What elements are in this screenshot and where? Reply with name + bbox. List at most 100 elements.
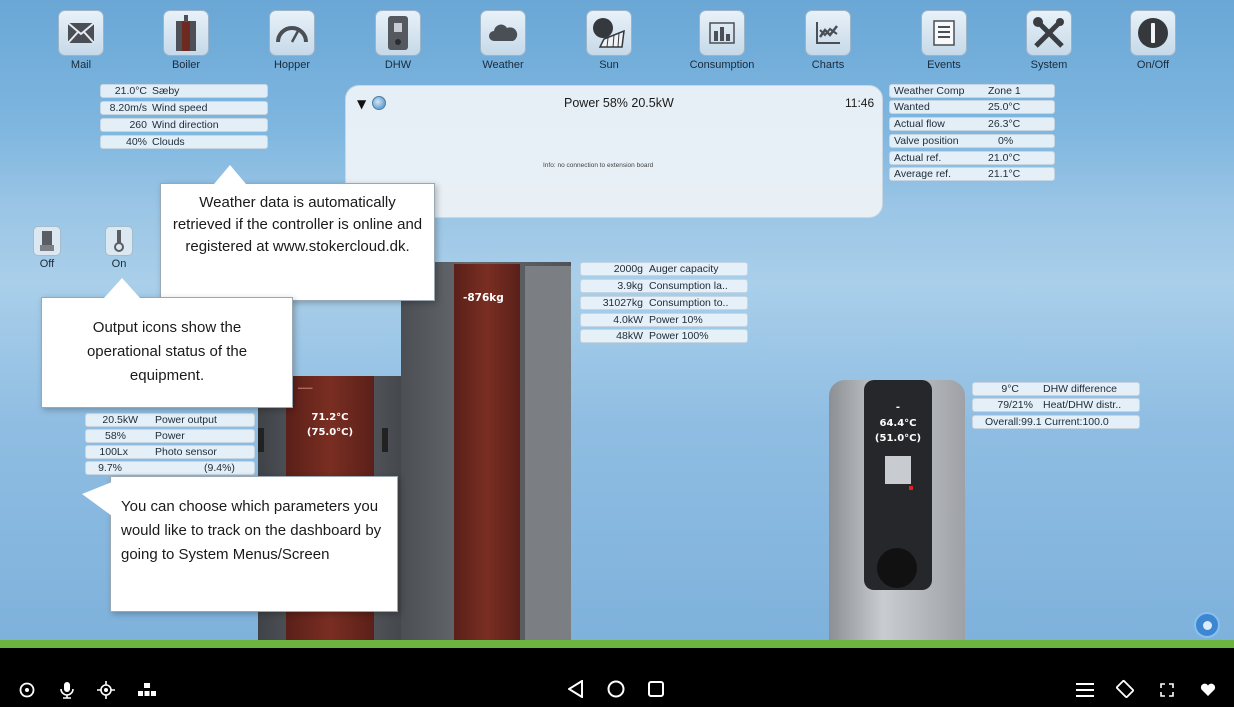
wc-row: Average ref. 21.1°C [889,167,1055,181]
wc-name: Average ref. [894,168,952,180]
callout-output-pointer [104,278,140,298]
top-icon-label: System [1030,59,1068,71]
top-icon-label: On/Off [1136,59,1170,71]
boiler-hinge [382,428,388,452]
microphone-icon[interactable] [58,680,76,700]
bar-chart-icon [699,10,745,56]
dhw-value: 9°C [1001,383,1019,395]
dhw-wanted-temp: (51.0°C) [874,433,922,444]
top-icon-label: Boiler [171,59,201,71]
hopper-name: Power 10% [649,314,703,326]
heart-icon[interactable] [1198,681,1218,699]
hopper-name: Consumption la.. [649,280,728,292]
weather-name: Sæby [152,85,180,97]
dhw-tank-graphic[interactable]: - 64.4°C (51.0°C) [829,380,965,642]
back-icon[interactable] [566,679,586,699]
top-icon-hopper[interactable]: Hopper [247,10,337,71]
weather-name: Wind speed [152,102,208,114]
boiler-value: 100Lx [99,446,128,458]
callout-params: You can choose which parameters you woul… [110,476,398,612]
top-icon-charts[interactable]: Charts [783,10,873,71]
motor-icon [33,226,61,256]
hopper-row: 2000g Auger capacity [580,262,748,276]
output-on[interactable]: On [100,226,138,270]
sun-panel-icon [586,10,632,56]
boiler-row: 9.7% (9.4%) [85,461,255,475]
top-icon-label: Weather [482,59,524,71]
hopper-row: 31027kg Consumption to.. [580,296,748,310]
boiler-row: 20.5kW Power output [85,413,255,427]
hopper-value: 3.9kg [617,280,643,292]
top-icon-mail[interactable]: Mail [36,10,126,71]
wc-name: Valve position [894,135,959,147]
dhw-port [877,548,917,588]
boiler-temp: 71.2°C [311,412,349,423]
floating-action-button[interactable] [1194,612,1220,638]
top-icon-label: Events [927,59,961,71]
callout-weather: Weather data is automatically retrieved … [160,183,435,301]
boiler-logo: ━━━ [298,384,313,393]
top-icon-onoff[interactable]: On/Off [1108,10,1198,71]
gps-icon[interactable] [96,680,116,700]
dhw-row: Overall:99.1 Current:100.0 [972,415,1140,429]
drop-icon [1202,620,1212,630]
top-icon-label: Sun [599,59,619,71]
boiler-value: 20.5kW [102,414,138,426]
dhw-top-value: - [895,402,901,413]
hopper-value: 31027kg [602,297,643,309]
hopper-row: 48kW Power 100% [580,329,748,343]
line-chart-icon [805,10,851,56]
recents-icon[interactable] [646,679,666,699]
wc-value: 21.0°C [988,152,1021,164]
hopper-name: Auger capacity [649,263,719,275]
dhw-name: Heat/DHW distr.. [1043,399,1122,411]
weather-row-clouds: 40% Clouds [100,135,268,149]
events-list-icon [921,10,967,56]
gauge-icon[interactable] [18,681,36,699]
wc-name: Actual flow [894,118,945,130]
top-icon-dhw[interactable]: DHW [353,10,443,71]
hopper-name: Power 100% [649,330,709,342]
boiler-value: 9.7% [98,462,122,474]
boiler-hinge [258,428,264,452]
boiler-value: 58% [104,430,126,442]
top-icon-sun[interactable]: Sun [564,10,654,71]
home-icon[interactable] [606,679,626,699]
dhw-name: Overall:99.1 Current:100.0 [985,416,1109,428]
weather-value: 21.0°C [114,85,147,97]
hopper-graphic[interactable]: -876kg [401,262,571,642]
weather-value: 260 [129,119,147,131]
fullscreen-icon[interactable] [1158,681,1176,699]
network-icon[interactable] [137,682,157,698]
weather-value: 40% [125,136,147,148]
dhw-temp: 64.4°C [879,418,917,429]
clock: 11:46 [845,96,875,110]
dhw-led [909,486,913,490]
power-status: Power 58% 20.5kW [564,96,674,110]
dhw-display [885,456,911,484]
dhw-name: DHW difference [1043,383,1117,395]
top-icon-consumption[interactable]: Consumption [677,10,767,71]
weather-row-wind-speed: 8.20m/s Wind speed [100,101,268,115]
top-icon-label: Mail [70,59,92,71]
dhw-row: 9°C DHW difference [972,382,1140,396]
wc-value: Zone 1 [988,85,1021,97]
android-nav-bar [0,648,1234,707]
callout-weather-text: Weather data is automatically retrieved … [172,194,423,255]
callout-weather-pointer [214,165,246,184]
top-icon-system[interactable]: System [1004,10,1094,71]
info-text: Info: no connection to extension board [543,162,654,169]
output-off[interactable]: Off [28,226,66,270]
boiler-wanted-temp: (75.0°C) [306,427,354,438]
callout-params-text: You can choose which parameters you woul… [121,498,382,563]
mail-icon [58,10,104,56]
menu-icon[interactable] [1075,681,1095,699]
callout-params-pointer [82,482,112,516]
top-icon-weather[interactable]: Weather [458,10,548,71]
wc-row: Weather Comp Zone 1 [889,84,1055,98]
top-icon-boiler[interactable]: Boiler [141,10,231,71]
callout-output-text: Output icons show the operational status… [86,319,248,384]
hopper-value: 2000g [613,263,643,275]
top-icon-events[interactable]: Events [899,10,989,71]
rotate-icon[interactable] [1114,678,1136,700]
